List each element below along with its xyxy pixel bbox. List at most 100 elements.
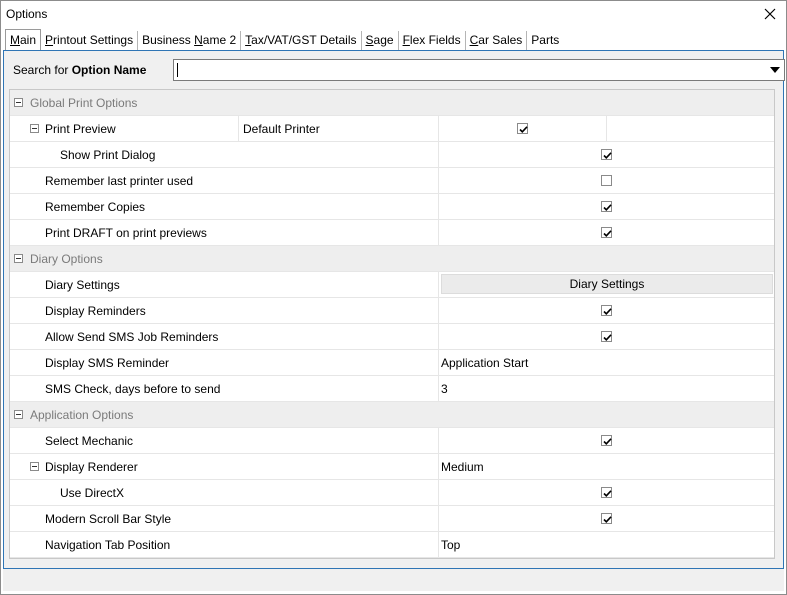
checkmark-icon [603,230,612,237]
row-sms-check-days: SMS Check, days before to send 3 [10,376,774,402]
group-label: Global Print Options [30,96,138,110]
row-label: Diary Settings [45,278,120,292]
value-cell [438,298,774,323]
options-grid: Global Print Options Print Preview Defau… [9,89,775,559]
checkmark-icon [603,516,612,523]
row-label: Select Mechanic [45,434,134,448]
value-cell [438,324,774,349]
value-cell: Diary Settings [438,272,774,297]
options-window: Options Main Printout Settings Business … [0,0,787,595]
row-label: Display Reminders [45,304,146,318]
cell-value: Top [441,538,461,552]
checkmark-icon [603,438,612,445]
print-preview-printer: Default Printer [243,122,320,136]
column-divider [238,116,239,141]
row-diary-settings: Diary Settings Diary Settings [10,272,774,298]
value-cell [438,194,774,219]
row-print-draft: Print DRAFT on print previews [10,220,774,246]
group-global-print-options: Global Print Options [10,90,774,116]
search-row: Search for Option Name [9,59,785,81]
row-display-sms-reminder: Display SMS Reminder Application Start [10,350,774,376]
group-application-options: Application Options [10,402,774,428]
remember-last-printer-checkbox[interactable] [601,175,612,186]
group-label: Application Options [30,408,134,422]
tab-car-sales[interactable]: Car Sales [466,31,528,50]
row-remember-copies: Remember Copies [10,194,774,220]
nav-tab-position-value[interactable]: Top [438,532,774,557]
print-preview-checkbox[interactable] [517,123,528,134]
diary-settings-button[interactable]: Diary Settings [441,274,773,294]
collapse-icon[interactable] [30,462,39,471]
allow-sms-checkbox[interactable] [601,331,612,342]
value-cell [438,480,774,505]
search-input[interactable] [173,59,785,81]
tab-main[interactable]: Main [5,29,42,51]
close-icon [764,8,776,20]
select-mechanic-checkbox[interactable] [601,435,612,446]
tab-tax-details[interactable]: Tax/VAT/GST Details [241,31,362,50]
value-cell [438,168,774,193]
row-label: Print Preview [45,122,116,136]
collapse-icon[interactable] [30,124,39,133]
collapse-icon[interactable] [14,254,23,263]
tab-strip: Main Printout Settings Business Name 2 T… [5,29,563,51]
checkmark-icon [603,308,612,315]
bottom-strip [3,569,784,591]
row-label: Remember last printer used [45,174,194,188]
remember-copies-checkbox[interactable] [601,201,612,212]
value-cell [438,506,774,531]
group-diary-options: Diary Options [10,246,774,272]
checkmark-icon [603,490,612,497]
modern-scroll-checkbox[interactable] [601,513,612,524]
display-sms-reminder-value[interactable]: Application Start [438,350,774,375]
checkmark-icon [603,334,612,341]
row-use-directx: Use DirectX [10,480,774,506]
sms-check-days-value[interactable]: 3 [438,376,774,401]
row-nav-tab-position: Navigation Tab Position Top [10,532,774,558]
row-label: Modern Scroll Bar Style [45,512,172,526]
close-button[interactable] [758,3,782,25]
row-label: Display SMS Reminder [45,356,170,370]
checkmark-icon [519,126,528,133]
row-display-reminders: Display Reminders [10,298,774,324]
use-directx-checkbox[interactable] [601,487,612,498]
title-bar: Options [1,1,786,29]
row-label: SMS Check, days before to send [45,382,221,396]
cell-value: Application Start [441,356,529,370]
group-label: Diary Options [30,252,103,266]
row-remember-last-printer: Remember last printer used [10,168,774,194]
row-label: Print DRAFT on print previews [45,226,207,240]
tab-business-name-2[interactable]: Business Name 2 [138,31,242,50]
show-print-dialog-checkbox[interactable] [601,149,612,160]
row-display-renderer: Display Renderer Medium [10,454,774,480]
tab-flex-fields[interactable]: Flex Fields [399,31,466,50]
display-reminders-checkbox[interactable] [601,305,612,316]
display-renderer-value[interactable]: Medium [438,454,774,479]
column-divider [606,116,607,141]
row-modern-scroll: Modern Scroll Bar Style [10,506,774,532]
search-dropdown-button[interactable] [766,60,784,80]
cell-value: 3 [441,382,448,396]
row-label: Display Renderer [45,460,138,474]
search-label: Search for Option Name [13,63,147,77]
row-allow-sms: Allow Send SMS Job Reminders [10,324,774,350]
cell-value: Medium [441,460,484,474]
collapse-icon[interactable] [14,98,23,107]
tab-parts[interactable]: Parts [527,31,563,50]
value-cell [438,220,774,245]
row-show-print-dialog: Show Print Dialog [10,142,774,168]
print-draft-checkbox[interactable] [601,227,612,238]
row-label: Navigation Tab Position [45,538,171,552]
chevron-down-icon [770,67,780,73]
main-panel: Search for Option Name Global Print Opti… [3,50,785,569]
row-print-preview: Print Preview Default Printer [10,116,774,142]
row-label: Remember Copies [45,200,146,214]
value-cell [438,428,774,453]
tab-printout-settings[interactable]: Printout Settings [41,31,139,50]
checkmark-icon [603,152,612,159]
tab-sage[interactable]: Sage [362,31,399,50]
value-cell [438,142,774,167]
row-label: Show Print Dialog [60,148,156,162]
collapse-icon[interactable] [14,410,23,419]
row-label: Use DirectX [60,486,125,500]
